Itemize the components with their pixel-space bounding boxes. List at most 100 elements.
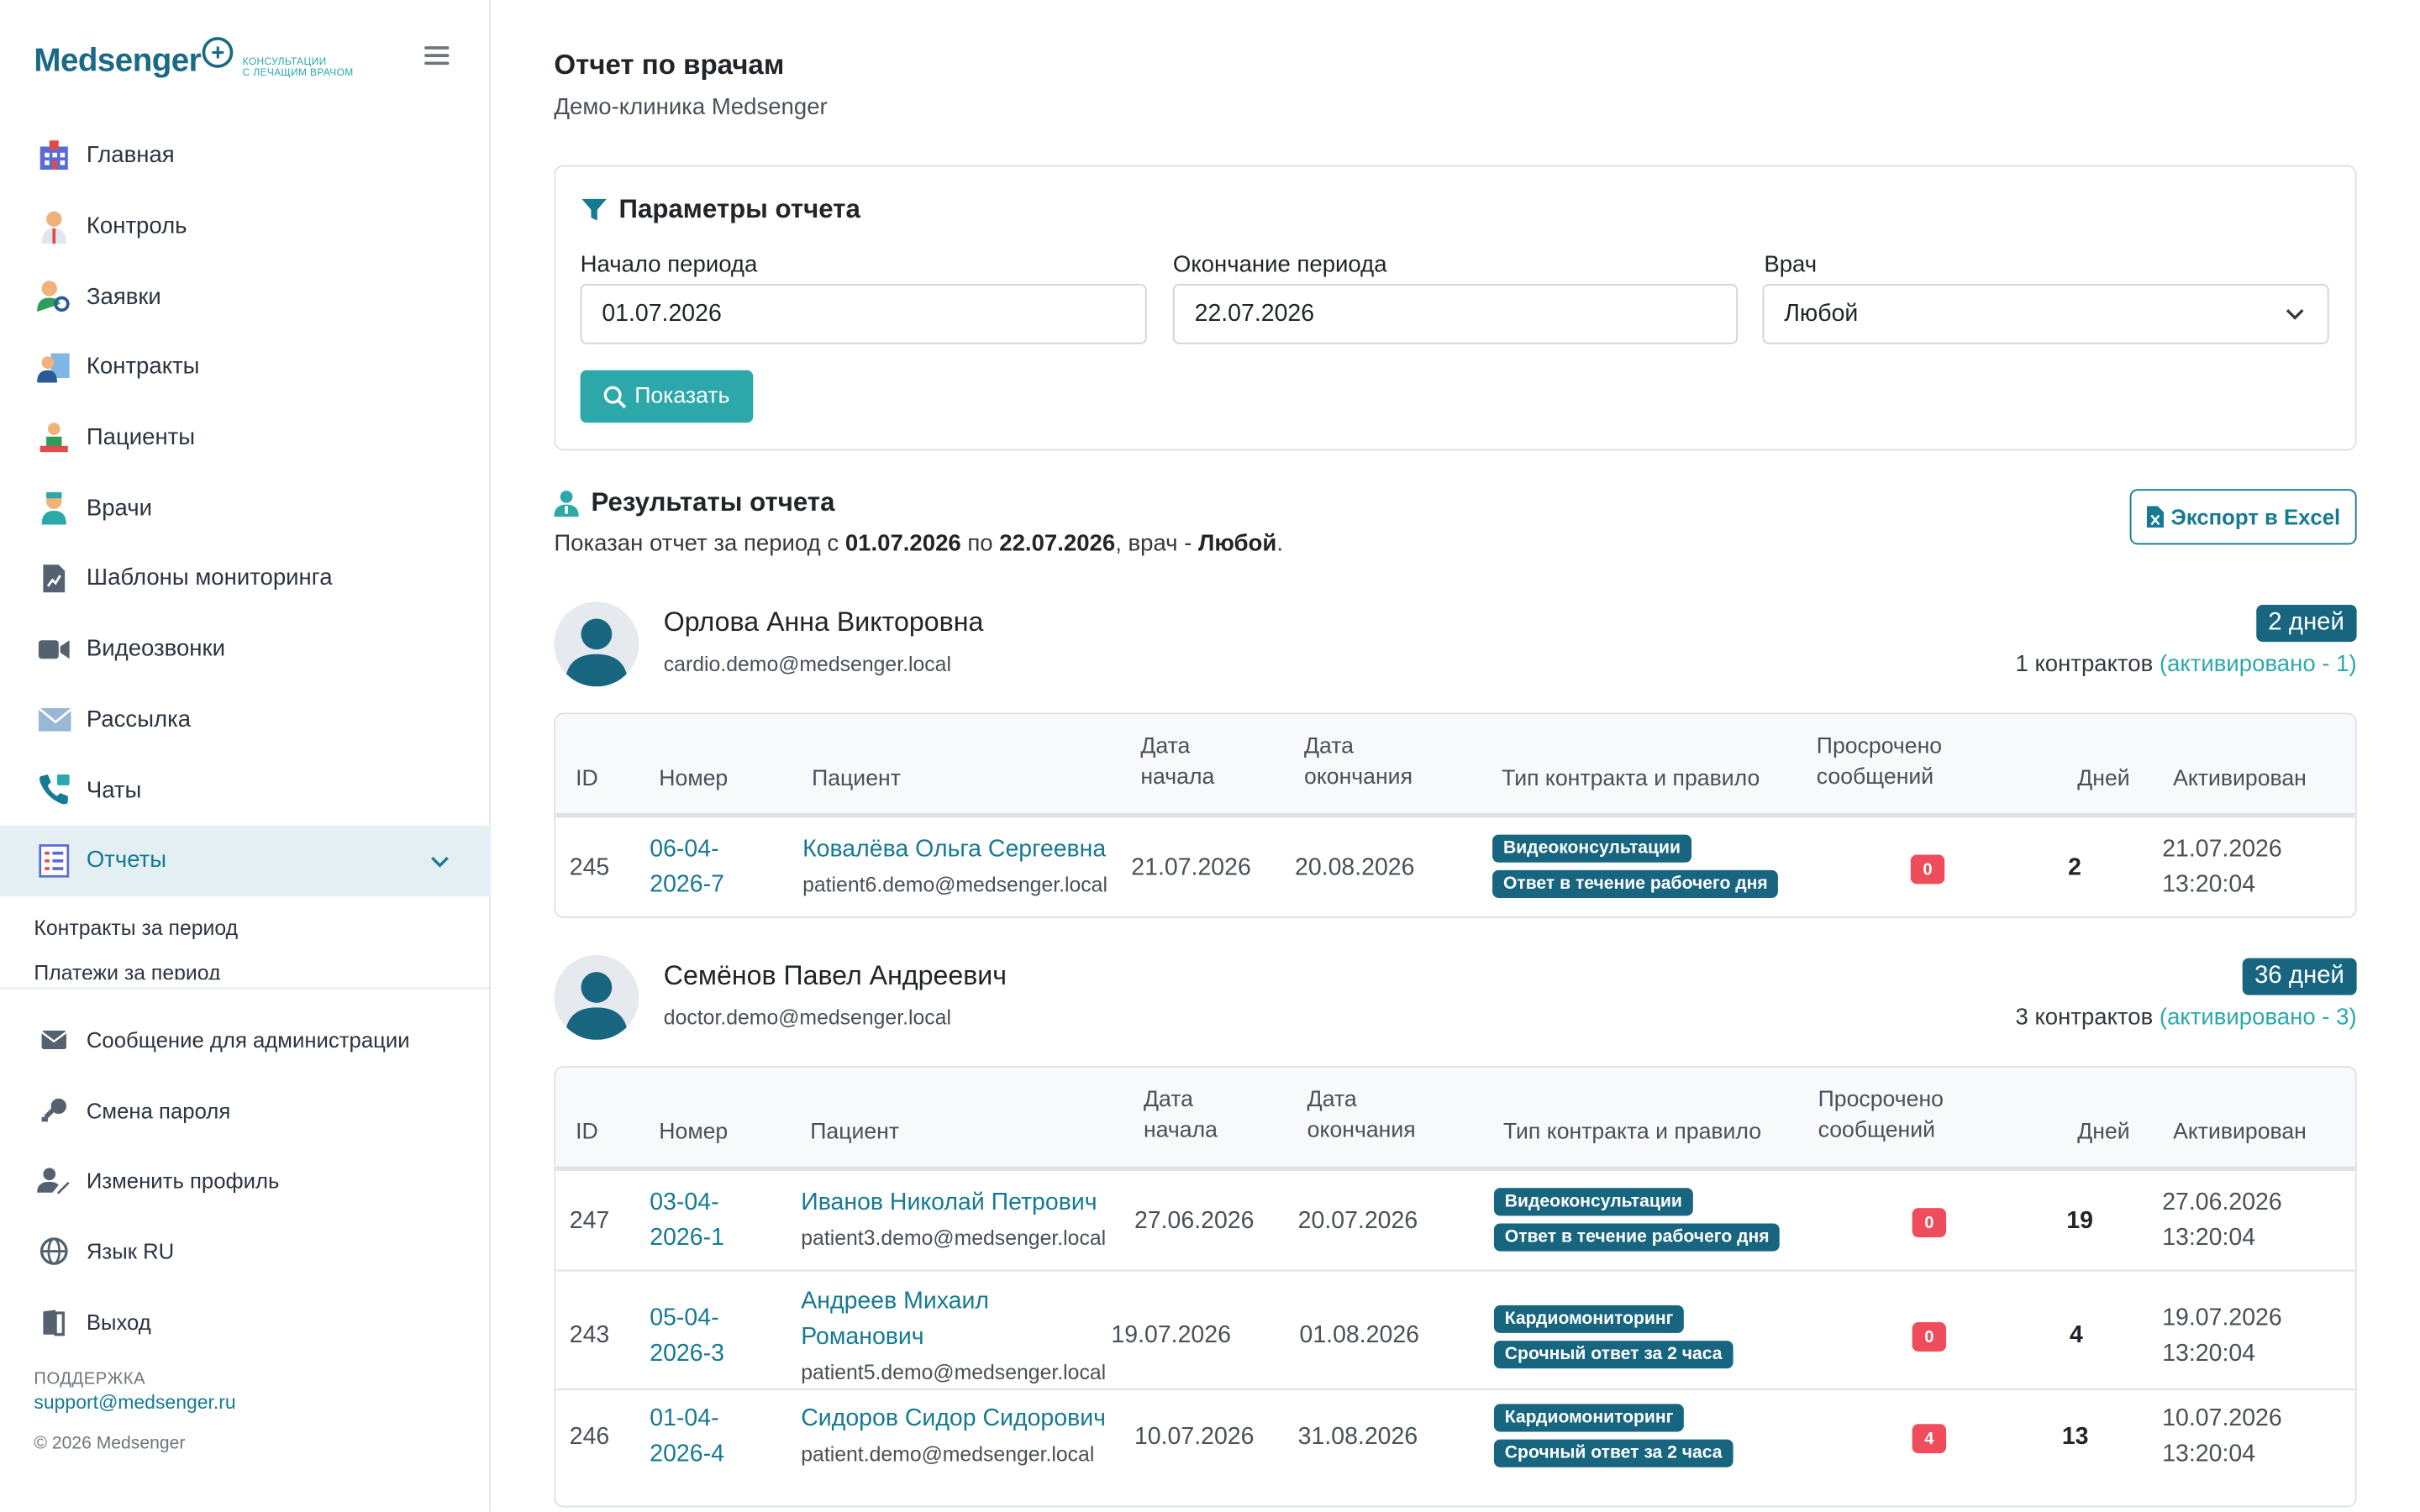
activated-link[interactable]: (активировано - 3) [2160, 1005, 2357, 1031]
act-time: 13:20:04 [2162, 1341, 2256, 1368]
cell-start: 27.06.2026 [1134, 1208, 1255, 1235]
overdue-badge: 0 [1912, 1208, 1947, 1238]
sidebar-item-doctors[interactable]: Врачи [0, 473, 491, 543]
table-row[interactable]: 245 06-04- 2026-7 Ковалёва Ольга Сергеевн… [555, 816, 2355, 916]
th-overdue-1: Просрочено [1818, 1087, 1944, 1113]
overdue-badge: 0 [1910, 854, 1945, 885]
support-email-link[interactable]: support@medsenger.ru [34, 1392, 235, 1414]
cell-activated: 10.07.2026 13:20:04 [2162, 1401, 2281, 1472]
days-badge: 2 дней [2255, 604, 2357, 643]
cell-number-link[interactable]: 01-04- 2026-4 [650, 1401, 724, 1472]
patient-name-link[interactable]: Сидоров Сидор Сидорович [801, 1401, 1106, 1436]
envelope-icon [37, 1022, 71, 1056]
type-tag: Кардиомониторинг [1493, 1404, 1685, 1432]
th-number: Номер [659, 766, 729, 792]
end-date-input[interactable]: 22.07.2026 [1172, 283, 1739, 344]
patient-email: patient5.demo@medsenger.local [801, 1360, 1107, 1384]
mail-icon [37, 702, 71, 736]
sidebar-item-label: Шаблоны мониторинга [86, 565, 333, 592]
sidebar-item-label: Сообщение для администрации [86, 1026, 410, 1053]
sidebar-item-change-password[interactable]: Смена пароля [0, 1075, 491, 1146]
brand-tagline: КОНСУЛЬТАЦИИ С ЛЕЧАЩИМ ВРАЧОМ [243, 57, 354, 79]
show-button[interactable]: Показать [580, 370, 754, 423]
brand-tagline-1: КОНСУЛЬТАЦИИ [242, 56, 327, 68]
sidebar-item-templates[interactable]: Шаблоны мониторинга [0, 543, 491, 614]
file-chart-icon [37, 562, 71, 596]
sidebar-item-home[interactable]: Главная [0, 120, 491, 191]
cell-activated: 19.07.2026 13:20:04 [2162, 1300, 2281, 1371]
doctor-select[interactable]: Любой [1762, 283, 2329, 344]
support-block: ПОДДЕРЖКА support@medsenger.ru [34, 1370, 235, 1413]
type-tag: Кардиомониторинг [1493, 1305, 1685, 1333]
sidebar-item-requests[interactable]: Заявки [0, 261, 491, 332]
th-start-2: начала [1143, 1118, 1218, 1143]
start-date-input[interactable]: 01.07.2026 [580, 283, 1147, 344]
th-patient: Пациент [812, 766, 901, 792]
th-number: Номер [659, 1120, 729, 1145]
sidebar-item-logout[interactable]: Выход [0, 1286, 491, 1357]
patient-name-link[interactable]: Андреев Михаил Романович [801, 1284, 1106, 1354]
sidebar-item-chats[interactable]: Чаты [0, 754, 491, 825]
patient-name-link[interactable]: Ковалёва Ольга Сергеевна [802, 832, 1107, 867]
num-part-2: 2026-7 [650, 871, 724, 898]
start-date-label: Начало периода [580, 251, 758, 278]
rule-tag: Ответ в течение рабочего дня [1493, 1223, 1781, 1252]
th-overdue: Просрочено сообщений [1817, 732, 1942, 793]
patient-name-link[interactable]: Иванов Николай Петрович [801, 1185, 1106, 1221]
th-patient: Пациент [810, 1120, 900, 1145]
sidebar-item-mailing[interactable]: Рассылка [0, 685, 491, 755]
table-row[interactable]: 243 05-04- 2026-3 Андреев Михаил Романович… [555, 1269, 2355, 1389]
table-row[interactable]: 247 03-04- 2026-1 Иванов Николай Петрович… [555, 1169, 2355, 1269]
sidebar-item-label: Изменить профиль [86, 1168, 280, 1194]
rule-tag: Срочный ответ за 2 часа [1493, 1439, 1733, 1467]
brand-name: Medsenger [34, 43, 202, 79]
num-part-2: 2026-4 [650, 1441, 724, 1467]
cell-activated: 21.07.2026 13:20:04 [2162, 832, 2281, 902]
cell-end: 31.08.2026 [1297, 1424, 1418, 1451]
chevron-down-icon[interactable] [429, 850, 451, 876]
sidebar-item-reports[interactable]: Отчеты [0, 825, 492, 896]
doctor-results-icon [554, 491, 579, 517]
type-tag: Видеоконсультации [1493, 1188, 1693, 1216]
summary-mid: по [960, 530, 1000, 558]
key-icon [37, 1093, 71, 1126]
globe-icon [37, 1234, 71, 1268]
num-part-1: 05-04- [650, 1305, 719, 1332]
doctor-name: Орлова Анна Викторовна [663, 606, 984, 638]
cell-id: 247 [569, 1208, 610, 1235]
hospital-icon [37, 139, 71, 172]
cell-patient: Сидоров Сидор Сидорович patient.demo@meds… [801, 1401, 1106, 1472]
patient-email: patient6.demo@medsenger.local [802, 873, 1107, 897]
chevron-down-icon [2286, 309, 2304, 320]
cell-end: 20.07.2026 [1297, 1208, 1418, 1235]
support-label: ПОДДЕРЖКА [34, 1369, 146, 1389]
phone-chat-icon [37, 773, 71, 806]
sidebar-item-language[interactable]: Язык RU [0, 1215, 491, 1286]
brand-logo[interactable]: Medsenger + КОНСУЛЬТАЦИИ С ЛЕЧАЩИМ ВРАЧО… [34, 34, 373, 89]
type-tag: Видеоконсультации [1492, 834, 1691, 863]
contracts-count: 1 контрактов (активировано - 1) [2015, 651, 2356, 677]
brand-tagline-2: С ЛЕЧАЩИМ ВРАЧОМ [242, 67, 354, 79]
cell-number-link[interactable]: 06-04- 2026-7 [650, 832, 724, 902]
results-summary: Показан отчет за период с 01.07.2026 по … [554, 531, 1283, 557]
table-header: ID Номер Пациент Дата начала Дата окончани… [555, 1067, 2355, 1170]
sidebar-item-video[interactable]: Видеозвонки [0, 614, 491, 685]
submenu-item-contracts-period[interactable]: Контракты за период [34, 895, 491, 960]
cell-days: 2 [2068, 854, 2082, 881]
sidebar-item-control[interactable]: Контроль [0, 191, 491, 261]
th-id: ID [576, 766, 598, 792]
exit-icon [37, 1305, 71, 1338]
sidebar-item-admin-message[interactable]: Сообщение для администрации [0, 1005, 491, 1075]
sidebar-item-edit-profile[interactable]: Изменить профиль [0, 1146, 491, 1216]
cell-activated: 27.06.2026 13:20:04 [2162, 1185, 2281, 1256]
submenu-item-payments-period[interactable]: Платежи за период [34, 960, 491, 979]
cell-number-link[interactable]: 03-04- 2026-1 [650, 1185, 724, 1256]
cell-number-link[interactable]: 05-04- 2026-3 [650, 1300, 724, 1371]
hamburger-icon[interactable] [424, 46, 450, 71]
activated-link[interactable]: (активировано - 1) [2160, 651, 2357, 677]
sidebar-nav: Главная Контроль Заявки Контракты Пациен… [0, 120, 492, 979]
sidebar-item-patients[interactable]: Пациенты [0, 402, 491, 473]
export-excel-button[interactable]: Экспорт в Excel [2129, 489, 2357, 545]
table-row[interactable]: 246 01-04- 2026-4 Сидоров Сидор Сидорович… [555, 1389, 2355, 1488]
sidebar-item-contracts[interactable]: Контракты [0, 332, 491, 402]
